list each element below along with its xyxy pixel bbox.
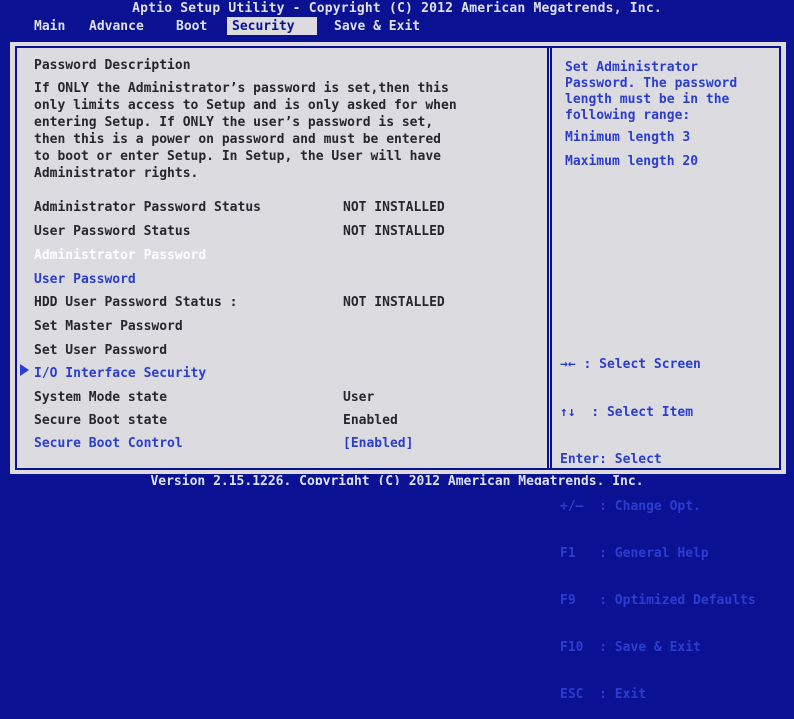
item-value[interactable]: [Enabled]: [343, 436, 413, 451]
item-value: User: [343, 390, 375, 405]
item-label: Secure Boot state: [34, 413, 168, 428]
version-footer: Version 2.15.1226. Copyright (C) 2012 Am…: [150, 474, 644, 485]
item-secure-boot-control[interactable]: Secure Boot Control [Enabled]: [34, 436, 413, 456]
key-select-item: ↑↓ : Select Item: [560, 404, 694, 420]
key-exit: ESC : Exit: [560, 687, 647, 703]
item-system-mode-state: System Mode state User: [34, 390, 374, 410]
key-select-screen: →← : Select Screen: [560, 357, 701, 373]
tab-save-exit[interactable]: Save & Exit: [330, 17, 424, 35]
item-set-user-password[interactable]: Set User Password: [34, 343, 167, 363]
password-description-text: If ONLY the Administrator’s password is …: [34, 81, 457, 181]
item-user-password[interactable]: User Password: [34, 272, 136, 292]
item-value: Enabled: [343, 413, 398, 428]
item-label: Administrator Password Status: [34, 200, 261, 215]
help-text: Set Administrator Password. The password…: [565, 60, 738, 123]
item-label: User Password Status: [34, 224, 191, 239]
menu-bar: Main Advance Boot Security Save & Exit: [0, 17, 794, 35]
tab-boot[interactable]: Boot: [172, 17, 211, 35]
tab-main[interactable]: Main: [30, 17, 69, 35]
item-secure-boot-state: Secure Boot state Enabled: [34, 413, 398, 433]
item-label: HDD User Password Status :: [34, 295, 238, 310]
item-administrator-password[interactable]: Administrator Password: [34, 248, 206, 268]
item-label: User Password: [34, 272, 136, 287]
key-save-exit: F10 : Save & Exit: [560, 640, 701, 656]
item-label: I/O Interface Security: [34, 366, 207, 381]
item-io-interface-security[interactable]: I/O Interface Security: [34, 366, 206, 386]
key-enter-select: Enter: Select: [560, 451, 662, 467]
item-hdd-user-password-status: HDD User Password Status : NOT INSTALLED: [34, 295, 445, 315]
key-general-help: F1 : General Help: [560, 545, 709, 561]
password-description-heading: Password Description: [34, 58, 191, 73]
item-label: Secure Boot Control: [34, 436, 183, 451]
window-title: Aptio Setup Utility - Copyright (C) 2012…: [0, 0, 794, 18]
item-user-password-status: User Password Status NOT INSTALLED: [34, 224, 445, 244]
item-label: Set User Password: [34, 343, 168, 358]
key-legend: →← : Select Screen ↑↓ : Select Item Ente…: [560, 326, 756, 719]
tab-advance[interactable]: Advance: [85, 17, 148, 35]
help-divider: [547, 46, 552, 470]
key-optimized-defaults: F9 : Optimized Defaults: [560, 592, 756, 608]
item-label: Administrator Password: [34, 248, 207, 263]
help-min-length: Minimum length 3: [565, 130, 691, 145]
item-value: NOT INSTALLED: [343, 295, 445, 310]
item-value: NOT INSTALLED: [343, 224, 445, 239]
item-label: System Mode state: [34, 390, 168, 405]
key-change-opt: +/— : Change Opt.: [560, 498, 701, 514]
item-label: Set Master Password: [34, 319, 183, 334]
item-set-master-password[interactable]: Set Master Password: [34, 319, 183, 339]
submenu-arrow-icon: [20, 364, 29, 376]
item-admin-password-status: Administrator Password Status NOT INSTAL…: [34, 200, 445, 220]
item-value: NOT INSTALLED: [343, 200, 445, 215]
help-max-length: Maximum length 20: [565, 154, 699, 169]
tab-security[interactable]: Security: [227, 17, 317, 35]
